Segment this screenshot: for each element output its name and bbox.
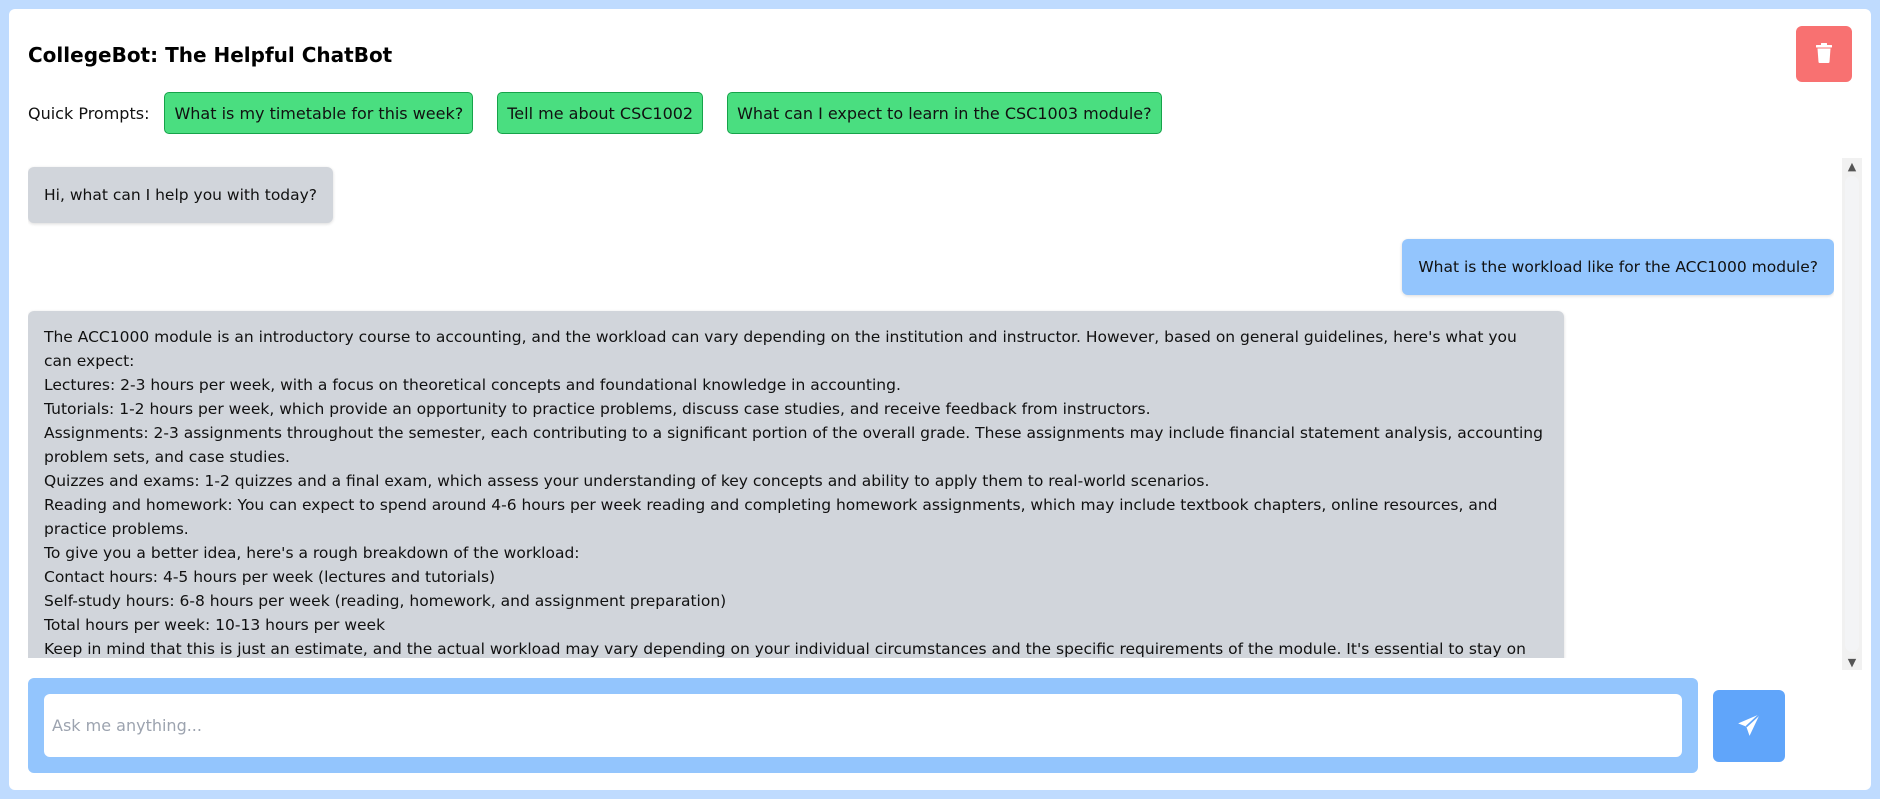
chevron-up-icon[interactable]: ▲ bbox=[1842, 158, 1862, 174]
quick-prompts-bar: Quick Prompts: What is my timetable for … bbox=[28, 92, 1186, 134]
message-line: Tutorials: 1-2 hours per week, which pro… bbox=[44, 400, 1151, 418]
clear-chat-button[interactable] bbox=[1796, 26, 1852, 82]
message-line: The ACC1000 module is an introductory co… bbox=[44, 328, 1517, 370]
message-line: Contact hours: 4-5 hours per week (lectu… bbox=[44, 568, 496, 586]
app-title: CollegeBot: The Helpful ChatBot bbox=[28, 43, 393, 67]
bot-message: The ACC1000 module is an introductory co… bbox=[28, 311, 1564, 658]
message-line: Keep in mind that this is just an estima… bbox=[44, 640, 1526, 658]
message-line: Reading and homework: You can expect to … bbox=[44, 496, 1498, 538]
chat-input-container bbox=[28, 678, 1698, 773]
message-line: Total hours per week: 10-13 hours per we… bbox=[44, 616, 386, 634]
message-line: Assignments: 2-3 assignments throughout … bbox=[44, 424, 1543, 466]
quick-prompt-csc1003[interactable]: What can I expect to learn in the CSC100… bbox=[727, 92, 1162, 134]
chevron-down-icon[interactable]: ▼ bbox=[1842, 654, 1862, 670]
message-line: Self-study hours: 6-8 hours per week (re… bbox=[44, 592, 727, 610]
send-button[interactable] bbox=[1713, 690, 1785, 762]
chat-messages: Hi, what can I help you with today? What… bbox=[28, 158, 1834, 658]
quick-prompts-label: Quick Prompts: bbox=[28, 103, 150, 123]
message-text: Hi, what can I help you with today? bbox=[44, 186, 318, 204]
message-line: Quizzes and exams: 1-2 quizzes and a fin… bbox=[44, 472, 1210, 490]
message-line: To give you a better idea, here's a roug… bbox=[44, 544, 580, 562]
send-icon bbox=[1736, 712, 1762, 741]
chat-input[interactable] bbox=[44, 694, 1682, 757]
scrollbar-thumb[interactable] bbox=[1845, 176, 1859, 652]
quick-prompt-timetable[interactable]: What is my timetable for this week? bbox=[164, 92, 474, 134]
chat-app: CollegeBot: The Helpful ChatBot Quick Pr… bbox=[9, 9, 1871, 790]
chat-scrollbar[interactable]: ▲ ▼ bbox=[1842, 158, 1862, 670]
message-line: Lectures: 2-3 hours per week, with a foc… bbox=[44, 376, 901, 394]
message-text: What is the workload like for the ACC100… bbox=[1418, 258, 1818, 276]
user-message: What is the workload like for the ACC100… bbox=[1402, 239, 1834, 295]
bot-message: Hi, what can I help you with today? bbox=[28, 167, 334, 223]
trash-icon bbox=[1816, 42, 1832, 66]
quick-prompt-csc1002[interactable]: Tell me about CSC1002 bbox=[497, 92, 704, 134]
